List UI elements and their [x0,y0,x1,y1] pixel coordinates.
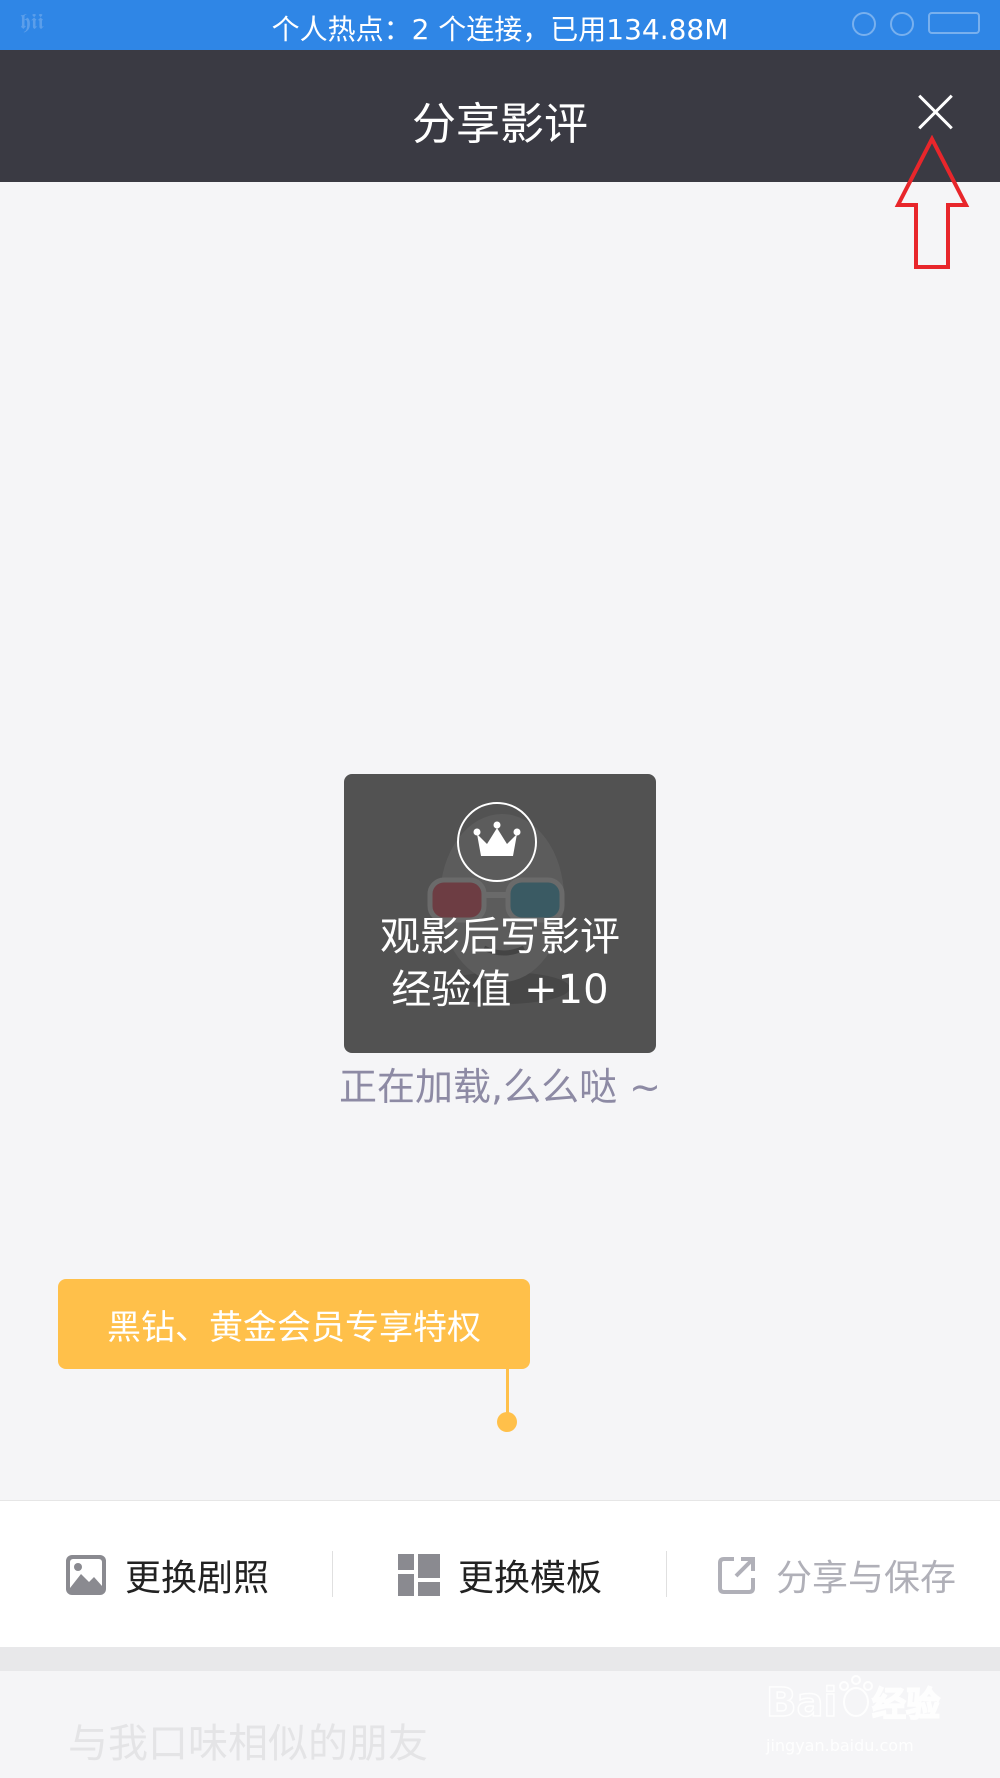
svg-text:经验: 经验 [872,1685,940,1725]
section-title: 与我口味相似的朋友 [68,1721,428,1767]
baidu-jingyan-watermark: Bai 经验 jingyan.baidu.com [765,1672,966,1762]
status-bar: 𝖍𝖎𝖎 个人热点：2 个连接，已用134.88M [0,0,1000,50]
image-icon [66,1554,106,1595]
battery-icon [928,12,980,34]
svg-text:Bai: Bai [766,1680,837,1726]
page-title: 分享影评 [412,99,588,150]
bluetooth-icon [852,12,876,36]
toolbar-divider [666,1551,667,1597]
vip-privilege-tag[interactable]: 黑钻、黄金会员专享特权 [58,1279,530,1369]
grid-icon [398,1553,440,1596]
card-subtitle: 经验值 +10 [391,967,609,1013]
change-template-button[interactable]: 更换模板 [398,1501,602,1648]
baidu-logo-icon: Bai 经验 [765,1675,941,1727]
bottom-toolbar: 更换剧照 更换模板 分享与保存 [0,1500,1000,1648]
share-save-label: 分享与保存 [776,1557,957,1599]
share-save-button[interactable]: 分享与保存 [716,1501,956,1648]
change-photo-button[interactable]: 更换剧照 [65,1501,269,1648]
navigation-bar: 分享影评 [0,50,1000,182]
close-icon[interactable] [916,93,956,133]
crown-icon [457,802,537,882]
loading-card: 观影后写影评 经验值 +10 [344,774,656,1053]
annotation-arrow-icon [894,135,970,269]
loading-message: 正在加载,么么哒 ~ [339,1065,661,1109]
hotspot-status-text: 个人热点：2 个连接，已用134.88M [271,13,729,46]
tag-connector [506,1369,509,1418]
section-separator [0,1647,1000,1671]
toolbar-divider [332,1551,333,1597]
change-photo-label: 更换剧照 [125,1557,270,1599]
change-template-label: 更换模板 [458,1557,603,1599]
card-title: 观影后写影评 [380,914,620,960]
share-icon [718,1556,755,1594]
tag-anchor-dot [497,1412,517,1432]
status-icons [852,12,980,36]
alarm-icon [890,12,914,36]
watermark-url: jingyan.baidu.com [766,1736,914,1755]
